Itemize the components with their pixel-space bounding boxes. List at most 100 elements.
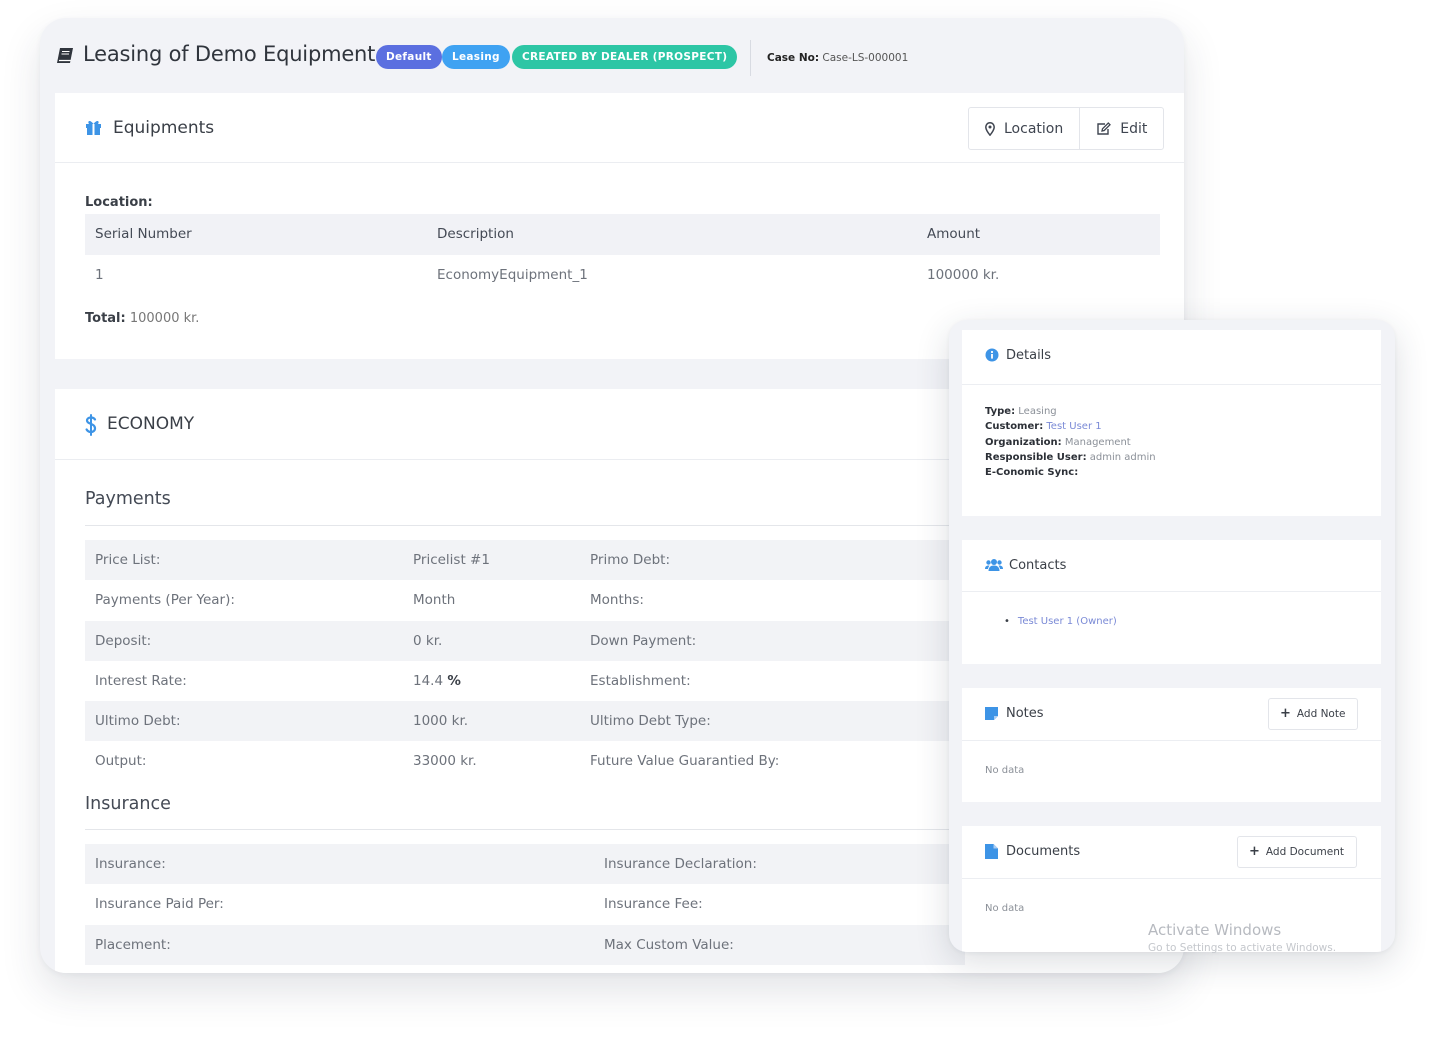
add-note-button[interactable]: + Add Note bbox=[1268, 698, 1359, 730]
future-value-label: Future Value Guarantied By: bbox=[590, 753, 780, 770]
max-custom-value-label: Max Custom Value: bbox=[604, 936, 734, 953]
contacts-title: Contacts bbox=[1009, 558, 1067, 573]
price-list-value: Pricelist #1 bbox=[413, 552, 490, 568]
detail-sync: E-Conomic Sync: bbox=[985, 467, 1078, 478]
percent-sign: % bbox=[447, 672, 461, 689]
placement-label: Placement: bbox=[95, 936, 171, 953]
document-icon bbox=[985, 844, 998, 859]
users-icon bbox=[985, 559, 1003, 571]
column-header: Amount bbox=[927, 226, 981, 242]
column-header: Description bbox=[437, 226, 514, 242]
badge-default: Default bbox=[376, 45, 442, 69]
interest-rate-label: Interest Rate: bbox=[95, 672, 187, 689]
insurance-fee-label: Insurance Fee: bbox=[604, 896, 703, 913]
table-row: Deposit: 0 kr. Down Payment: bbox=[85, 620, 965, 661]
table-row: Payments (Per Year): Month Months: bbox=[85, 580, 965, 620]
table-row: Insurance: Insurance Declaration: bbox=[85, 844, 965, 885]
responsible-label: Responsible User: bbox=[985, 452, 1087, 463]
plus-icon: + bbox=[1249, 844, 1260, 859]
windows-activation-hint: Go to Settings to activate Windows. bbox=[1148, 942, 1337, 954]
documents-empty: No data bbox=[985, 903, 1025, 914]
insurance-label: Insurance: bbox=[95, 856, 166, 872]
contact-link[interactable]: Test User 1 (Owner) bbox=[1018, 616, 1117, 627]
detail-responsible-user: Responsible User: admin admin bbox=[985, 452, 1156, 463]
insurance-heading: Insurance bbox=[85, 794, 171, 814]
total-label: Total: bbox=[85, 311, 126, 326]
interest-rate-number: 14.4 bbox=[413, 672, 444, 689]
gift-icon bbox=[86, 120, 101, 135]
table-row: Price List: Pricelist #1 Primo Debt: bbox=[85, 540, 965, 581]
ultimo-debt-value: 1000 kr. bbox=[413, 713, 469, 730]
documents-title: Documents bbox=[1006, 844, 1081, 859]
output-label: Output: bbox=[95, 753, 147, 770]
insurance-divider bbox=[85, 829, 965, 830]
add-document-label: Add Document bbox=[1265, 846, 1344, 858]
deposit-label: Deposit: bbox=[95, 632, 152, 649]
case-number-value: Case-LS-000001 bbox=[822, 52, 909, 64]
total-value: 100000 kr. bbox=[129, 311, 200, 326]
amount-cell: 100000 kr. bbox=[927, 267, 1000, 283]
edit-button[interactable]: Edit bbox=[1079, 108, 1163, 149]
table-row: Output: 33000 kr. Future Value Guarantie… bbox=[85, 741, 965, 781]
primo-debt-label: Primo Debt: bbox=[590, 552, 671, 568]
list-item: • Test User 1 (Owner) bbox=[1004, 616, 1117, 627]
header-divider bbox=[750, 40, 751, 76]
equipments-title: Equipments bbox=[113, 118, 215, 138]
type-label: Type: bbox=[985, 406, 1016, 417]
deposit-value: 0 kr. bbox=[413, 632, 443, 649]
details-card-header: Details bbox=[962, 330, 1381, 385]
payments-divider bbox=[85, 525, 965, 526]
badge-status: CREATED BY DEALER (PROSPECT) bbox=[512, 45, 738, 69]
establishment-label: Establishment: bbox=[590, 672, 691, 689]
organization-value: Management bbox=[1064, 437, 1131, 448]
equipments-total: Total: 100000 kr. bbox=[85, 311, 199, 326]
interest-rate-value: 14.4 % bbox=[413, 661, 461, 701]
insurance-table: Insurance: Insurance Declaration: Insura… bbox=[85, 844, 965, 965]
edit-button-label: Edit bbox=[1120, 120, 1148, 137]
ultimo-debt-type-label: Ultimo Debt Type: bbox=[590, 713, 711, 730]
plus-icon: + bbox=[1280, 706, 1291, 721]
type-value: Leasing bbox=[1018, 406, 1057, 417]
map-marker-icon bbox=[985, 121, 995, 136]
dollar-icon bbox=[85, 414, 97, 436]
location-button[interactable]: Location bbox=[969, 108, 1079, 149]
table-row: Insurance Paid Per: Insurance Fee: bbox=[85, 884, 965, 924]
description-cell: EconomyEquipment_1 bbox=[437, 267, 588, 283]
detail-customer: Customer: Test User 1 bbox=[985, 421, 1102, 432]
page-title: Leasing of Demo Equipment 1 bbox=[83, 42, 395, 66]
case-number: Case No: Case-LS-000001 bbox=[767, 52, 908, 64]
price-list-label: Price List: bbox=[95, 552, 161, 568]
add-document-button[interactable]: + Add Document bbox=[1237, 836, 1357, 868]
location-button-label: Location bbox=[1004, 120, 1064, 137]
customer-label: Customer: bbox=[985, 421, 1044, 432]
equipments-table: Serial Number Description Amount 1 Econo… bbox=[85, 214, 1160, 296]
economy-title: ECONOMY bbox=[107, 414, 195, 434]
table-row: Interest Rate: 14.4 % Establishment: bbox=[85, 661, 965, 701]
output-value: 33000 kr. bbox=[413, 753, 477, 770]
edit-icon bbox=[1097, 121, 1112, 135]
equipments-actions: Location Edit bbox=[968, 107, 1165, 150]
contacts-card: Contacts • Test User 1 (Owner) bbox=[962, 540, 1381, 664]
sticky-note-icon bbox=[985, 707, 998, 720]
ultimo-debt-label: Ultimo Debt: bbox=[95, 713, 181, 730]
notes-title: Notes bbox=[1006, 706, 1044, 721]
notes-card: Notes + Add Note No data bbox=[962, 688, 1381, 802]
table-row: Ultimo Debt: 1000 kr. Ultimo Debt Type: bbox=[85, 701, 965, 742]
organization-label: Organization: bbox=[985, 437, 1062, 448]
notes-empty: No data bbox=[985, 765, 1025, 776]
details-title: Details bbox=[1006, 348, 1052, 363]
badge-leasing: Leasing bbox=[442, 45, 510, 69]
case-number-label: Case No: bbox=[767, 52, 820, 64]
add-note-label: Add Note bbox=[1296, 708, 1346, 720]
customer-link[interactable]: Test User 1 bbox=[1046, 421, 1101, 432]
bullet: • bbox=[1004, 616, 1010, 627]
column-header: Serial Number bbox=[95, 226, 192, 242]
months-label: Months: bbox=[590, 592, 644, 609]
notes-card-header: Notes + Add Note bbox=[962, 688, 1381, 741]
contacts-card-header: Contacts bbox=[962, 540, 1381, 592]
documents-card-header: Documents + Add Document bbox=[962, 826, 1381, 879]
responsible-value: admin admin bbox=[1089, 452, 1156, 463]
side-panel-window: Details Type: Leasing Customer: Test Use… bbox=[949, 320, 1395, 952]
payments-per-year-label: Payments (Per Year): bbox=[95, 592, 235, 609]
sync-label: E-Conomic Sync: bbox=[985, 467, 1079, 478]
